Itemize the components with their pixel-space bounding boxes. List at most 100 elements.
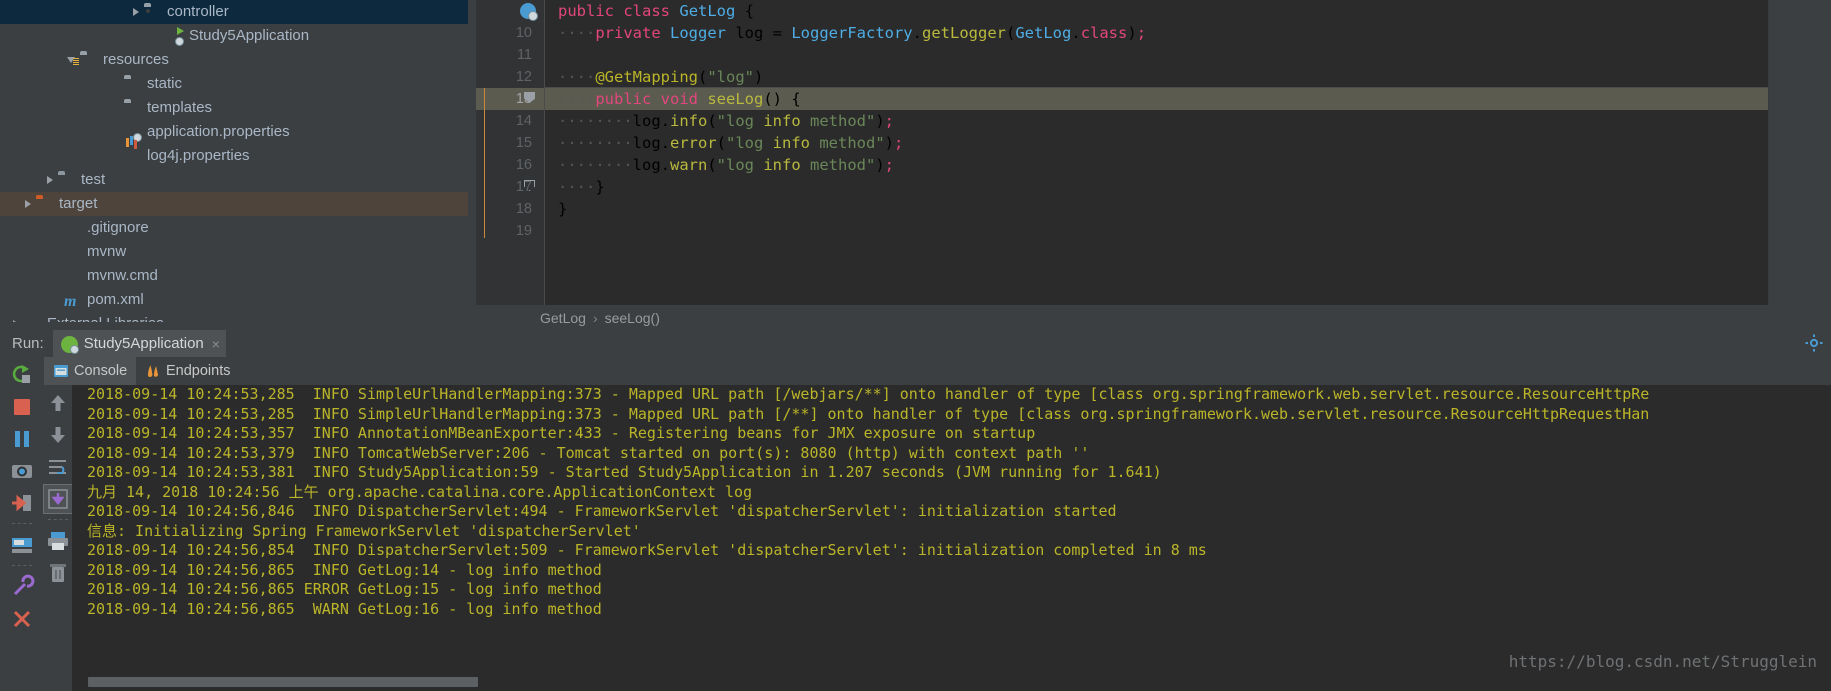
code-line[interactable]: ········log.error("log info method"); (544, 132, 1831, 154)
run-label: Run: (12, 335, 44, 352)
file-icon (64, 219, 82, 237)
tree-item-test[interactable]: test (0, 168, 468, 192)
tree-arrow-placeholder (50, 240, 64, 264)
tree-arrow-placeholder (50, 264, 64, 288)
tree-item-target[interactable]: target (0, 192, 468, 216)
scroll-to-end-icon[interactable] (43, 484, 73, 514)
tree-item-gitignore[interactable]: .gitignore (0, 216, 468, 240)
code-line[interactable]: ····public void seeLog() { (544, 88, 1831, 110)
run-config-tab[interactable]: Study5Application × (52, 330, 226, 357)
stop-icon[interactable] (8, 393, 36, 421)
tree-item-label: controller (167, 3, 229, 20)
console-tabs[interactable]: Console Endpoints (44, 357, 1831, 387)
run-config-tab-label: Study5Application (83, 335, 204, 352)
console-output[interactable]: 2018-09-14 10:24:53,285 INFO SimpleUrlHa… (72, 385, 1831, 691)
tab-console[interactable]: Console (44, 357, 137, 387)
layout-icon[interactable] (8, 531, 36, 559)
print-icon[interactable] (44, 527, 72, 555)
tree-item-resources[interactable]: resources (0, 48, 468, 72)
console-horizontal-scrollbar[interactable] (88, 677, 478, 687)
run-toolbar-secondary[interactable] (43, 385, 73, 691)
tree-item-label: .gitignore (87, 219, 149, 236)
code-line[interactable]: ········log.warn("log info method"); (544, 154, 1831, 176)
tree-arrow-placeholder (110, 72, 124, 96)
run-header: Run: Study5Application × (0, 330, 1831, 357)
spring-boot-class-icon (166, 27, 184, 45)
exit-icon[interactable] (8, 489, 36, 517)
tree-item-static[interactable]: static (0, 72, 468, 96)
tree-item-mvnw-cmd[interactable]: mvnw.cmd (0, 264, 468, 288)
code-line[interactable]: ····} (544, 176, 1831, 198)
tree-arrow-placeholder (110, 120, 124, 144)
project-tree-panel[interactable]: controller Study5Application resources stat… (0, 0, 468, 322)
line-number: 16 (515, 157, 532, 173)
soft-wrap-icon[interactable] (44, 453, 72, 481)
tree-item-label: Study5Application (189, 27, 310, 44)
tree-arrow-placeholder (152, 24, 166, 48)
endpoints-icon (145, 363, 161, 379)
console-line: 2018-09-14 10:24:53,285 INFO SimpleUrlHa… (87, 404, 1650, 423)
code-line[interactable] (544, 220, 1831, 242)
tree-arrow-placeholder (50, 288, 64, 312)
code-line[interactable]: ····private Logger log = LoggerFactory.g… (544, 22, 1831, 44)
tree-item-controller[interactable]: controller (0, 0, 468, 24)
resources-folder-icon (80, 51, 98, 69)
line-number: 14 (515, 113, 532, 129)
watermark: https://blog.csdn.net/Strugglein (1508, 652, 1817, 671)
thread-dump-icon[interactable] (8, 457, 36, 485)
breadcrumb[interactable]: GetLog › seeLog() (468, 305, 1831, 330)
toolbar-separator (12, 523, 32, 525)
libraries-icon (24, 315, 42, 322)
tree-item-label: mvnw.cmd (87, 267, 158, 284)
tree-item-log4j-properties[interactable]: log4j.properties (0, 144, 468, 168)
tree-item-label: External Libraries (47, 312, 164, 322)
tree-item-application-properties[interactable]: application.properties (0, 120, 468, 144)
run-toolbar-primary[interactable] (0, 357, 44, 691)
console-line: 2018-09-14 10:24:53,381 INFO Study5Appli… (87, 463, 1162, 481)
folder-icon (58, 171, 76, 189)
console-line: 2018-09-14 10:24:56,865 ERROR GetLog:15 … (87, 580, 602, 598)
editor-gutter[interactable]: 910111213141516171819 (476, 0, 544, 305)
tree-item-external-libraries[interactable]: External Libraries (0, 312, 468, 322)
code-line[interactable]: ····@GetMapping("log") (544, 66, 1831, 88)
settings-wrench-icon[interactable] (8, 573, 36, 601)
code-line[interactable]: ········log.info("log info method"); (544, 110, 1831, 132)
tree-item-study5application[interactable]: Study5Application (0, 24, 468, 48)
line-number: 11 (516, 47, 532, 63)
tree-item-templates[interactable]: templates (0, 96, 468, 120)
code-line[interactable]: } (544, 198, 1831, 220)
tree-arrow-placeholder (50, 216, 64, 240)
line-number: 10 (515, 25, 532, 41)
code-line[interactable] (544, 44, 1831, 66)
editor-scrollbar[interactable] (1769, 0, 1831, 305)
toolbar-separator-2 (12, 565, 32, 567)
close-icon[interactable]: × (212, 336, 220, 352)
rerun-icon[interactable] (8, 361, 36, 389)
gear-icon[interactable] (1805, 334, 1823, 352)
close-panel-icon[interactable] (8, 605, 36, 633)
pause-icon[interactable] (8, 425, 36, 453)
chevron-right-icon[interactable] (130, 0, 144, 24)
method-separator (544, 87, 1831, 88)
breadcrumb-separator-icon: › (592, 309, 598, 326)
editor-right-edge (1768, 0, 1769, 305)
spring-boot-run-icon (60, 336, 79, 354)
chevron-right-icon[interactable] (44, 168, 58, 192)
breadcrumb-method[interactable]: seeLog() (605, 310, 660, 326)
code-content[interactable]: public class GetLog {····private Logger … (544, 0, 1831, 305)
run-tool-window[interactable]: Run: Study5Application × Console Endpoint… (0, 330, 1831, 691)
tree-item-mvnw[interactable]: mvnw (0, 240, 468, 264)
tab-endpoints[interactable]: Endpoints (136, 357, 240, 385)
tree-item-pom-xml[interactable]: m pom.xml (0, 288, 468, 312)
code-line[interactable]: public class GetLog { (544, 0, 1831, 22)
trash-icon[interactable] (44, 559, 72, 587)
chevron-right-icon[interactable] (22, 192, 36, 216)
breadcrumb-class[interactable]: GetLog (540, 310, 586, 326)
maven-icon: m (64, 293, 77, 310)
chevron-right-icon[interactable] (10, 312, 24, 322)
up-arrow-icon[interactable] (44, 389, 72, 417)
down-arrow-icon[interactable] (44, 421, 72, 449)
code-editor[interactable]: 910111213141516171819 public class GetLo… (468, 0, 1831, 305)
tree-arrow-placeholder (110, 96, 124, 120)
file-icon (64, 267, 82, 285)
